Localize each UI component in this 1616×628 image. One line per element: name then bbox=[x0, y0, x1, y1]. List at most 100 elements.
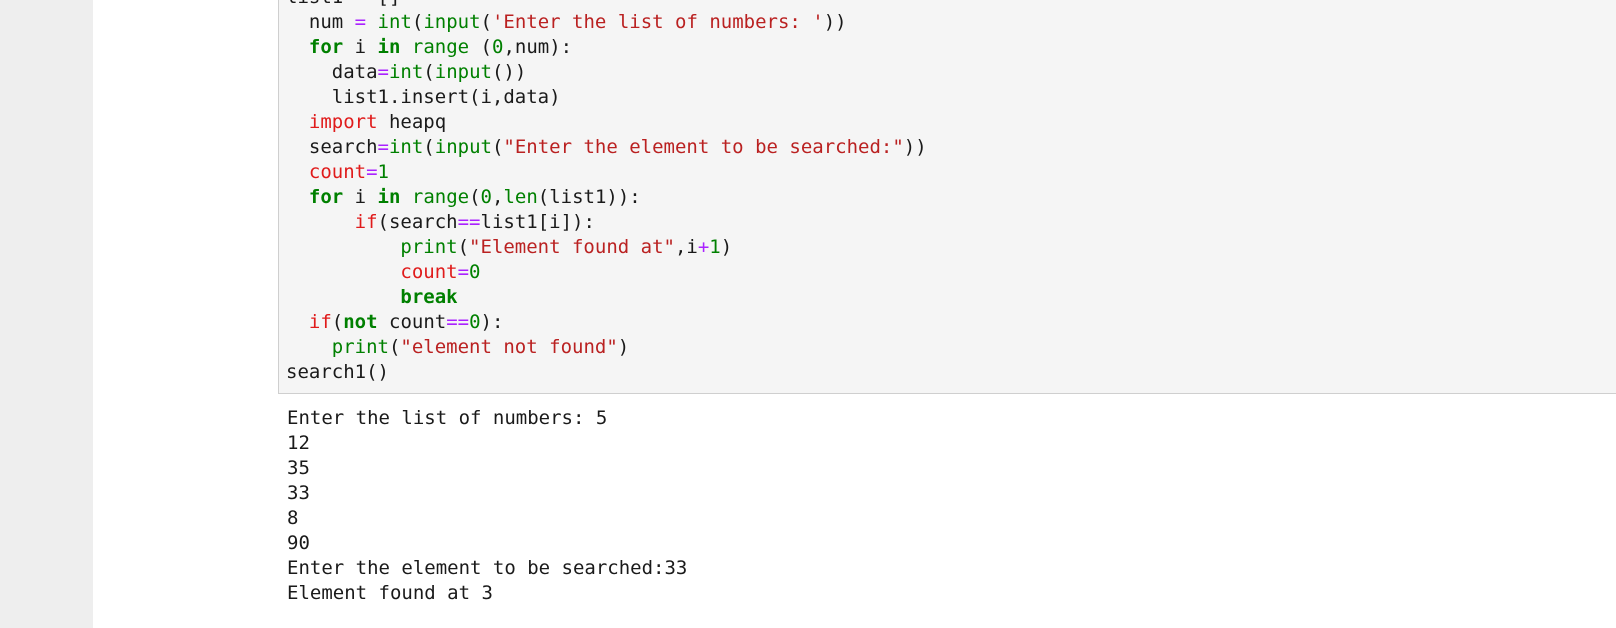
code-token: ,num): bbox=[503, 36, 573, 58]
code-token: = bbox=[377, 136, 389, 158]
code-token: if bbox=[308, 311, 332, 333]
code-token: 0 bbox=[469, 261, 481, 283]
code-token: ): bbox=[480, 311, 504, 333]
code-line: num = int(input('Enter the list of numbe… bbox=[286, 10, 927, 35]
code-token: list1 = [] bbox=[286, 0, 400, 8]
code-token: ( bbox=[423, 61, 435, 83]
code-token: ( bbox=[469, 186, 481, 208]
code-token: ( bbox=[411, 11, 424, 33]
output-line: 33 bbox=[287, 482, 310, 504]
code-token: in bbox=[377, 36, 401, 58]
code-token: if bbox=[354, 211, 378, 233]
code-token: ( bbox=[457, 236, 470, 258]
code-token: "Enter the element to be searched:" bbox=[503, 136, 904, 158]
code-token: (list1)): bbox=[537, 186, 641, 208]
code-token: i bbox=[343, 186, 378, 208]
code-token: )) bbox=[903, 136, 927, 158]
code-token: count bbox=[400, 261, 458, 283]
code-token: int bbox=[388, 136, 424, 158]
code-line: for i in range(0,len(list1)): bbox=[286, 185, 927, 210]
code-token: ( bbox=[480, 11, 492, 33]
code-line: list1.insert(i,data) bbox=[286, 85, 927, 110]
code-token: int bbox=[388, 61, 424, 83]
code-token: range bbox=[411, 186, 470, 208]
code-line: search1() bbox=[286, 360, 927, 385]
code-line: search=int(input("Enter the element to b… bbox=[286, 135, 927, 160]
code-line: print("Element found at",i+1) bbox=[286, 235, 927, 260]
code-token: for bbox=[308, 186, 344, 208]
code-line: import heapq bbox=[286, 110, 927, 135]
code-token: ()) bbox=[491, 61, 527, 83]
code-token: ( bbox=[388, 336, 401, 358]
code-line: count=1 bbox=[286, 160, 927, 185]
code-token: heapq bbox=[377, 111, 447, 133]
code-token: 0 bbox=[469, 311, 481, 333]
code-token: not bbox=[343, 311, 378, 333]
code-token: break bbox=[400, 286, 458, 308]
code-token: count bbox=[308, 161, 367, 183]
code-token: input bbox=[434, 61, 492, 83]
code-token: + bbox=[697, 236, 710, 258]
code-line: break bbox=[286, 285, 927, 310]
code-token: , bbox=[492, 186, 504, 208]
code-token: list1[i]): bbox=[480, 211, 595, 233]
output-line: Element found at 3 bbox=[287, 582, 493, 604]
code-token: import bbox=[308, 111, 378, 133]
code-line: if(not count==0): bbox=[286, 310, 927, 335]
code-token: list1.insert(i,data) bbox=[286, 86, 561, 108]
code-token: input bbox=[423, 11, 481, 33]
output-line: 35 bbox=[287, 457, 310, 479]
code-line: list1 = [] bbox=[286, 0, 927, 10]
code-token: "Element found at" bbox=[469, 236, 675, 258]
code-token: len bbox=[503, 186, 538, 208]
code-token: 0 bbox=[480, 186, 492, 208]
code-token: data bbox=[286, 61, 378, 83]
code-line: count=0 bbox=[286, 260, 927, 285]
code-line: print("element not found") bbox=[286, 335, 927, 360]
code-token: == bbox=[457, 211, 481, 233]
code-token: = bbox=[377, 61, 389, 83]
output-line: Enter the list of numbers: 5 bbox=[287, 407, 608, 429]
output-line: 8 bbox=[287, 507, 299, 529]
code-token: search1() bbox=[286, 361, 389, 383]
code-line: if(search==list1[i]): bbox=[286, 210, 927, 235]
output-line: 90 bbox=[287, 532, 310, 554]
code-token: search bbox=[286, 136, 378, 158]
cell-output: Enter the list of numbers: 5 12 35 33 8 90 Ent… bbox=[287, 406, 687, 606]
code-token: )) bbox=[823, 11, 847, 33]
code-token: 'Enter the list of numbers: ' bbox=[491, 11, 824, 33]
code-token: print bbox=[331, 336, 389, 358]
code-token: int bbox=[377, 11, 412, 33]
code-line: for i in range (0,num): bbox=[286, 35, 927, 60]
code-token: input bbox=[434, 136, 492, 158]
code-token: = bbox=[354, 11, 367, 33]
code-editor[interactable]: list1 = [] num = int(input('Enter the li… bbox=[286, 0, 927, 385]
code-token: 0 bbox=[491, 36, 504, 58]
code-line: data=int(input()) bbox=[286, 60, 927, 85]
code-token: ( bbox=[331, 311, 344, 333]
code-token: = bbox=[366, 161, 378, 183]
code-token: ) bbox=[720, 236, 733, 258]
code-token: count bbox=[377, 311, 447, 333]
code-token: ) bbox=[617, 336, 630, 358]
code-token: 1 bbox=[377, 161, 389, 183]
code-token: "element not found" bbox=[400, 336, 618, 358]
code-token: 1 bbox=[709, 236, 721, 258]
output-line: Enter the element to be searched:33 bbox=[287, 557, 688, 579]
code-token: = bbox=[457, 261, 470, 283]
code-token: range bbox=[411, 36, 470, 58]
code-token: num bbox=[286, 11, 355, 33]
